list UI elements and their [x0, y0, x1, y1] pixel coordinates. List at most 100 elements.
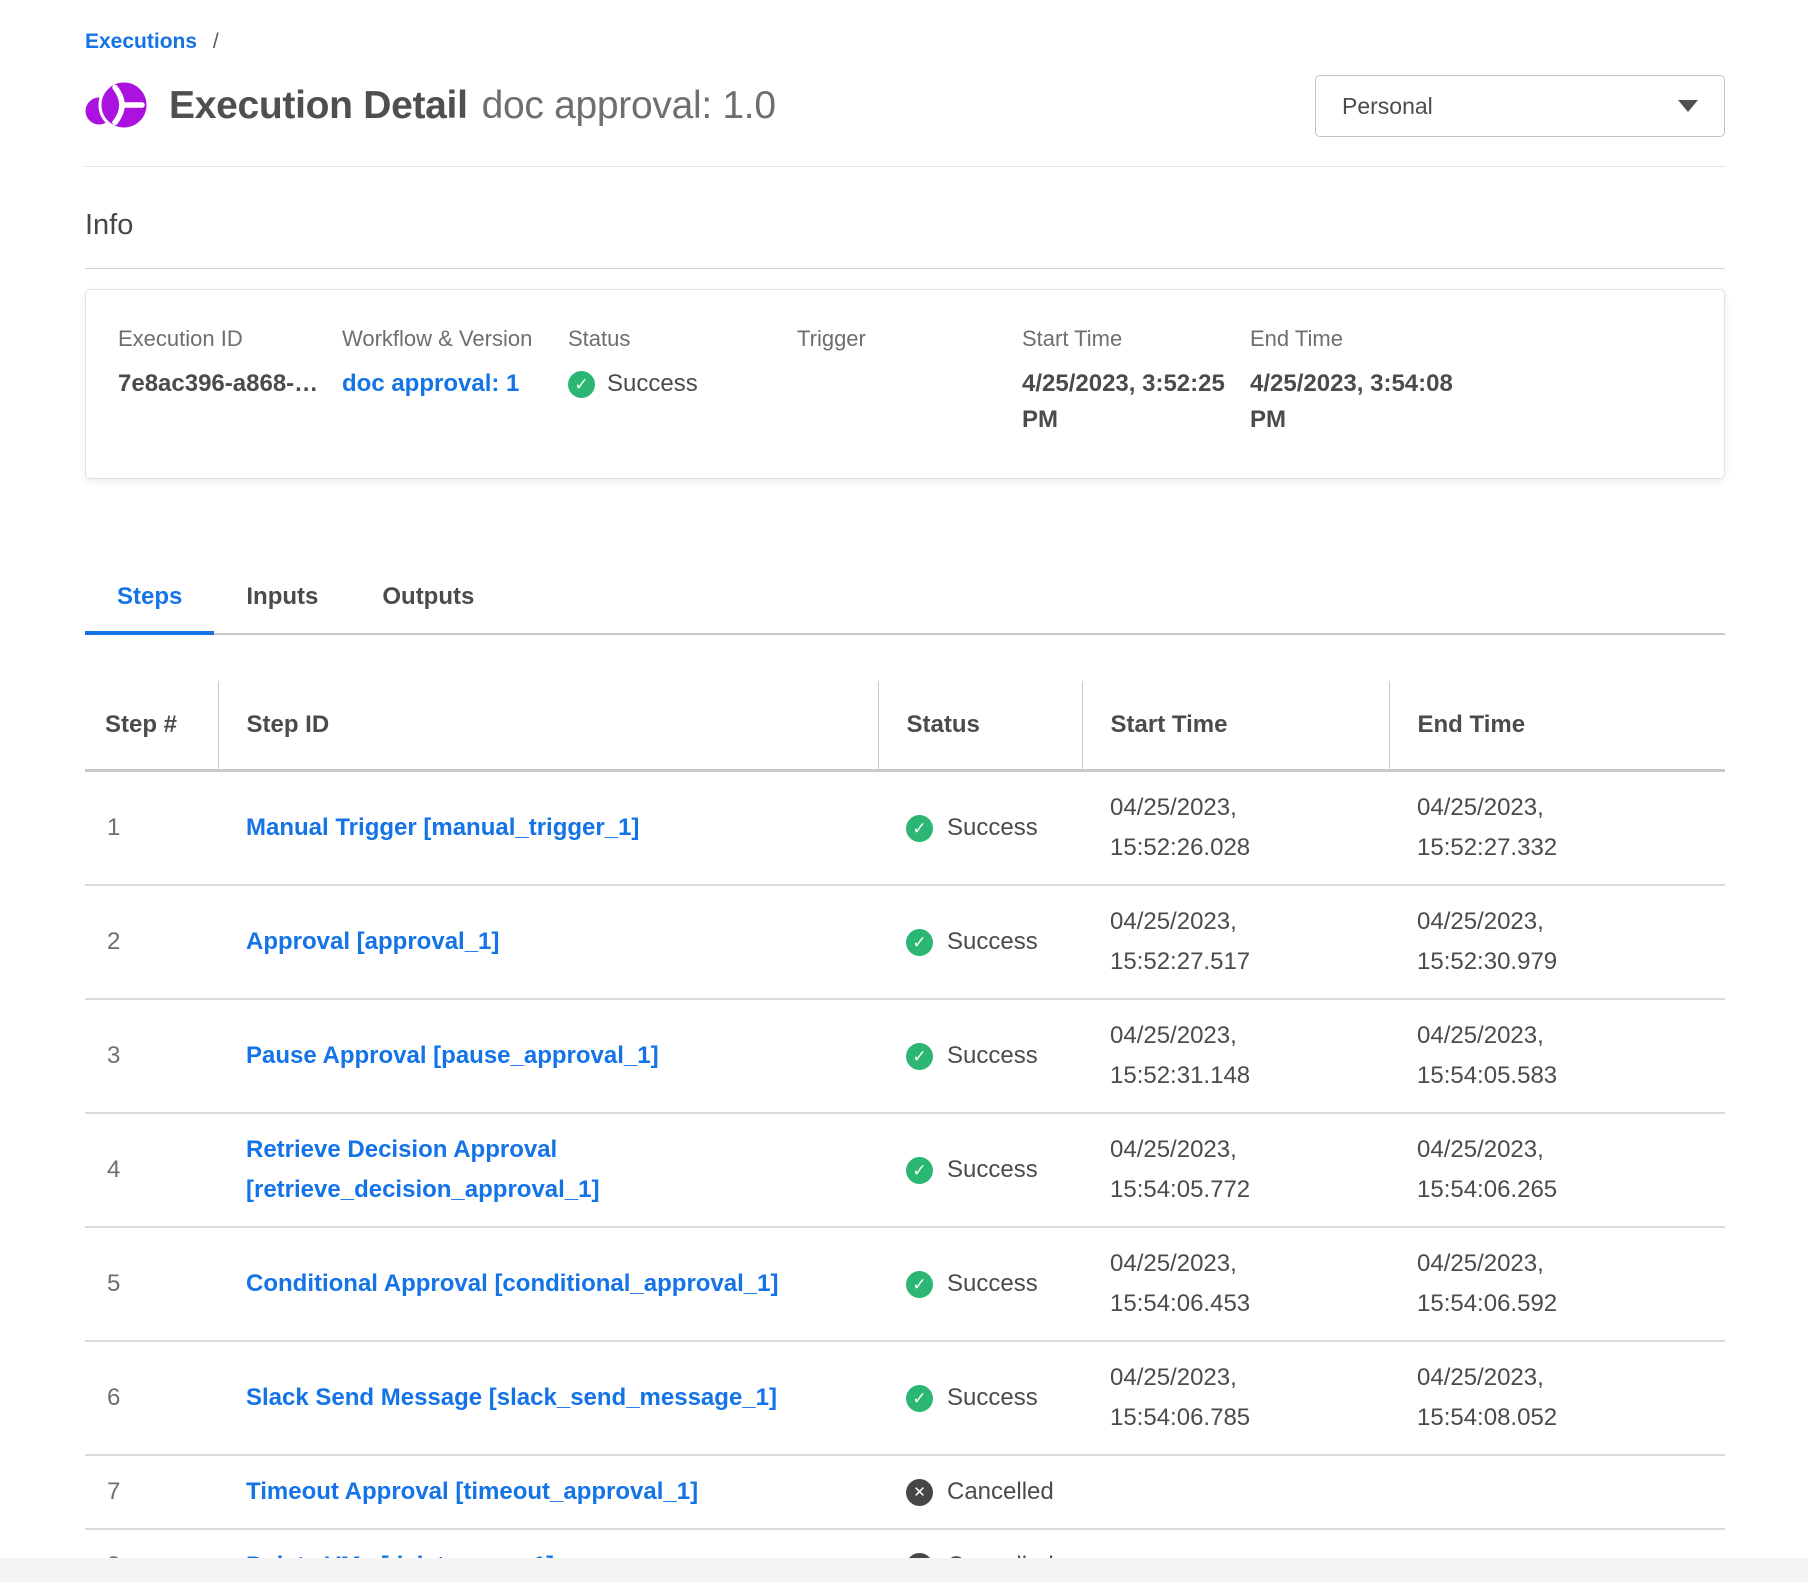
- start-time-value: 04/25/2023, 15:52:26.028: [1110, 788, 1310, 868]
- chevron-down-icon: [1678, 100, 1698, 112]
- step-id-link[interactable]: Manual Trigger [manual_trigger_1]: [246, 808, 639, 848]
- end-time-value: 04/25/2023, 15:52:27.332: [1417, 788, 1617, 868]
- check-circle-icon: ✓: [906, 929, 933, 956]
- start-time-cell: 04/25/2023, 15:52:31.148: [1082, 999, 1389, 1113]
- info-field-label: Workflow & Version: [342, 326, 568, 352]
- start-time-cell: 04/25/2023, 15:54:06.785: [1082, 1341, 1389, 1455]
- info-section-heading: Info: [85, 209, 1725, 242]
- start-time-cell: [1082, 1455, 1389, 1529]
- breadcrumb: Executions /: [85, 0, 1725, 54]
- check-circle-icon: ✓: [906, 1157, 933, 1184]
- column-header-start: Start Time: [1082, 681, 1389, 771]
- status-badge: ✓ Success: [906, 1378, 1064, 1418]
- step-id-cell: Slack Send Message [slack_send_message_1…: [218, 1341, 878, 1455]
- tab-bar: StepsInputsOutputs: [85, 583, 1725, 635]
- check-circle-icon: ✓: [906, 815, 933, 842]
- status-badge: ✓ Success: [906, 922, 1064, 962]
- info-field-value: 7e8ac396-a868-…: [118, 366, 342, 402]
- check-circle-icon: ✓: [906, 1385, 933, 1412]
- step-id-cell: Approval [approval_1]: [218, 885, 878, 999]
- info-field: Workflow & Version doc approval: 1: [342, 326, 568, 438]
- step-number-cell: 6: [85, 1341, 218, 1455]
- start-time-value: 04/25/2023, 15:52:31.148: [1110, 1016, 1310, 1096]
- tab-outputs[interactable]: Outputs: [350, 583, 506, 635]
- step-id-link[interactable]: Slack Send Message [slack_send_message_1…: [246, 1378, 777, 1418]
- step-id-cell: Timeout Approval [timeout_approval_1]: [218, 1455, 878, 1529]
- status-cell: ✓ Success: [878, 1113, 1082, 1227]
- column-header-end: End Time: [1389, 681, 1725, 771]
- status-text: Success: [947, 1264, 1038, 1304]
- start-time-cell: 04/25/2023, 15:52:26.028: [1082, 771, 1389, 886]
- bottom-strip: [0, 1558, 1808, 1582]
- status-cell: ✓ Success: [878, 1341, 1082, 1455]
- workflow-version-link[interactable]: doc approval: 1: [342, 370, 519, 397]
- status-cell: ✓ Success: [878, 1227, 1082, 1341]
- end-time-cell: 04/25/2023, 15:52:27.332: [1389, 771, 1725, 886]
- step-number-cell: 2: [85, 885, 218, 999]
- status-text: Success: [947, 1036, 1038, 1076]
- step-number-cell: 4: [85, 1113, 218, 1227]
- table-row: 5 Conditional Approval [conditional_appro…: [85, 1227, 1725, 1341]
- step-number-cell: 5: [85, 1227, 218, 1341]
- execution-detail-page: Executions / Execution Detail doc approv…: [0, 0, 1808, 1582]
- info-field-label: Trigger: [797, 326, 1022, 352]
- tab-steps[interactable]: Steps: [85, 583, 214, 635]
- info-field-value: doc approval: 1: [342, 366, 568, 402]
- end-time-cell: [1389, 1455, 1725, 1529]
- end-time-cell: 04/25/2023, 15:54:05.583: [1389, 999, 1725, 1113]
- info-field-label: Start Time: [1022, 326, 1250, 352]
- status-badge: ✓ Success: [906, 1264, 1064, 1304]
- breadcrumb-executions-link[interactable]: Executions: [85, 30, 197, 53]
- status-text: Success: [607, 366, 698, 402]
- start-time-cell: 04/25/2023, 15:54:06.453: [1082, 1227, 1389, 1341]
- info-card: Execution ID 7e8ac396-a868-…Workflow & Ve…: [85, 289, 1725, 479]
- status-cell: ✓Success: [878, 999, 1082, 1113]
- status-text: Success: [947, 1378, 1038, 1418]
- info-field-label: Execution ID: [118, 326, 342, 352]
- info-field-label: Status: [568, 326, 797, 352]
- step-id-link[interactable]: Timeout Approval [timeout_approval_1]: [246, 1472, 698, 1512]
- workflow-logo-icon: [85, 74, 149, 138]
- step-number-cell: 1: [85, 771, 218, 886]
- start-time-value: 04/25/2023, 15:52:27.517: [1110, 902, 1310, 982]
- end-time-cell: 04/25/2023, 15:54:08.052: [1389, 1341, 1725, 1455]
- status-text: Success: [947, 1150, 1038, 1190]
- step-number-cell: 7: [85, 1455, 218, 1529]
- status-text: Success: [947, 922, 1038, 962]
- step-id-cell: Retrieve Decision Approval [retrieve_dec…: [218, 1113, 878, 1227]
- end-time-value: 04/25/2023, 15:54:06.265: [1417, 1130, 1617, 1210]
- end-time-value: 04/25/2023, 15:54:05.583: [1417, 1016, 1617, 1096]
- status-cell: ✕Cancelled: [878, 1455, 1082, 1529]
- end-time-cell: 04/25/2023, 15:54:06.592: [1389, 1227, 1725, 1341]
- page-title: Execution Detail: [169, 84, 468, 128]
- info-field-value: 4/25/2023, 3:54:08 PM: [1250, 366, 1458, 438]
- step-id-link[interactable]: Pause Approval [pause_approval_1]: [246, 1036, 659, 1076]
- info-field-value: ✓Success: [568, 366, 797, 402]
- scope-dropdown[interactable]: Personal: [1315, 75, 1725, 137]
- info-divider: [85, 268, 1725, 269]
- steps-table: Step #Step IDStatusStart TimeEnd Time 1M…: [85, 681, 1725, 1582]
- end-time-value: 04/25/2023, 15:52:30.979: [1417, 902, 1617, 982]
- step-id-link[interactable]: Retrieve Decision Approval [retrieve_dec…: [246, 1130, 856, 1210]
- check-circle-icon: ✓: [906, 1271, 933, 1298]
- status-cell: ✓ Success: [878, 771, 1082, 886]
- info-field-label: End Time: [1250, 326, 1692, 352]
- status-text: Success: [947, 808, 1038, 848]
- table-row: 6 Slack Send Message [slack_send_message_…: [85, 1341, 1725, 1455]
- header-divider: [85, 166, 1725, 167]
- tab-inputs[interactable]: Inputs: [214, 583, 350, 635]
- table-row: 3Pause Approval [pause_approval_1]✓Succe…: [85, 999, 1725, 1113]
- step-id-link[interactable]: Approval [approval_1]: [246, 922, 499, 962]
- info-field: Trigger: [797, 326, 1022, 438]
- step-id-link[interactable]: Conditional Approval [conditional_approv…: [246, 1264, 779, 1304]
- status-badge: ✓ Success: [906, 1150, 1064, 1190]
- table-row: 7 Timeout Approval [timeout_approval_1] ✕C…: [85, 1455, 1725, 1529]
- status-badge: ✕Cancelled: [906, 1472, 1064, 1512]
- page-subtitle: doc approval: 1.0: [482, 84, 776, 128]
- start-time-cell: 04/25/2023, 15:54:05.772: [1082, 1113, 1389, 1227]
- status-cell: ✓ Success: [878, 885, 1082, 999]
- info-field: End Time 4/25/2023, 3:54:08 PM: [1250, 326, 1692, 438]
- column-header-step: Step ID: [218, 681, 878, 771]
- table-row: 4 Retrieve Decision Approval [retrieve_de…: [85, 1113, 1725, 1227]
- status-badge: ✓ Success: [906, 808, 1064, 848]
